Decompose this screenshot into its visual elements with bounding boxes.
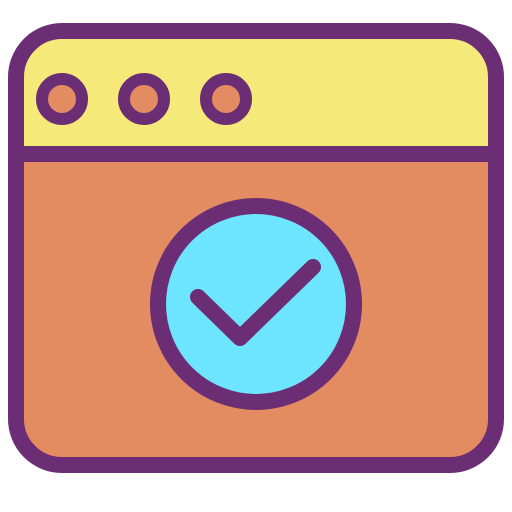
window-button-dot (36, 73, 88, 125)
browser-window-check-icon (8, 23, 504, 473)
icon-canvas (0, 0, 512, 512)
window-button-dot (118, 73, 170, 125)
check-badge (150, 198, 362, 410)
window-button-dot (200, 73, 252, 125)
window-titlebar (16, 31, 496, 154)
